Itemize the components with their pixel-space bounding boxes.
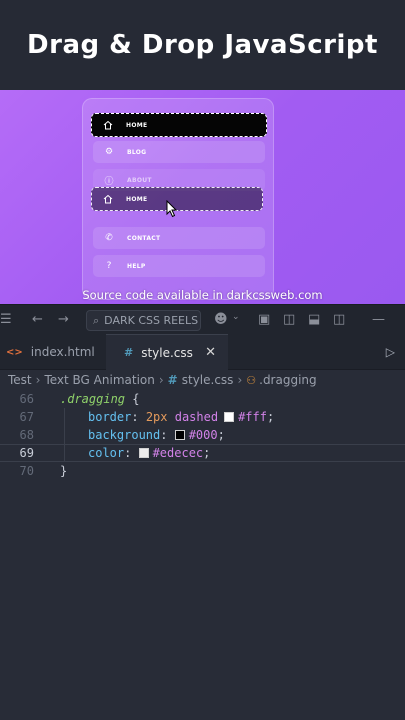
tab-label: index.html <box>30 345 95 359</box>
question-icon: ? <box>106 261 112 271</box>
color-swatch[interactable] <box>224 412 235 422</box>
copilot-icon[interactable]: ☻ <box>214 312 228 327</box>
info-icon: ⓘ <box>104 176 114 187</box>
chevron-down-icon[interactable]: ⌄ <box>232 312 240 322</box>
menu-item-label: HOME <box>126 195 148 203</box>
home-icon <box>102 193 114 205</box>
tab-label: style.css <box>141 345 193 360</box>
menu-item-label: CONTACT <box>127 234 161 242</box>
menu-item-contact[interactable]: ✆ CONTACT <box>93 227 265 249</box>
code-line[interactable]: 66 .dragging { <box>0 390 405 408</box>
code-line[interactable]: 70 } <box>0 462 405 480</box>
open-brace: { <box>125 392 140 406</box>
home-icon <box>102 119 114 131</box>
line-number: 68 <box>19 428 34 442</box>
color-swatch[interactable] <box>174 430 185 440</box>
phone-icon: ✆ <box>105 233 113 243</box>
search-icon: ⌕ <box>93 313 100 327</box>
css-color-value: #000 <box>188 428 218 442</box>
menu-item-blog[interactable]: ⚙ BLOG <box>93 141 265 163</box>
code-text: background: #000; <box>88 428 225 442</box>
html-file-icon: <> <box>6 346 23 358</box>
line-number: 69 <box>19 446 34 460</box>
menu-card: HOME ⚙ BLOG ⓘ ABOUT HOME ✆ CONTACT ? HEL… <box>82 98 274 300</box>
preview-panel: HOME ⚙ BLOG ⓘ ABOUT HOME ✆ CONTACT ? HEL… <box>0 90 405 304</box>
search-text: DARK CSS REELS <box>104 314 199 327</box>
css-property: background <box>88 428 161 442</box>
css-property: color <box>88 446 125 460</box>
toggle-secondary-sidebar-icon[interactable]: ◫ <box>333 312 345 327</box>
css-file-icon: # <box>124 346 134 359</box>
code-line[interactable]: 68 background: #000; <box>0 426 405 444</box>
breadcrumb-item[interactable]: style.css <box>182 373 234 387</box>
menu-item-label: HELP <box>127 262 146 270</box>
breadcrumb-item[interactable]: .dragging <box>259 373 317 387</box>
minimize-icon[interactable]: — <box>372 312 385 327</box>
breadcrumb-item[interactable]: Test <box>8 373 32 387</box>
css-color-value: #edecec <box>152 446 204 460</box>
toggle-sidebar-icon[interactable]: ◫ <box>283 312 295 327</box>
menu-item-label: HOME <box>126 121 148 129</box>
chevron-right-icon: › <box>237 373 243 387</box>
layout-icon[interactable]: ▣ <box>258 312 270 327</box>
code-text: border: 2px dashed #fff; <box>88 410 275 424</box>
menu-item-label: BLOG <box>127 148 147 156</box>
play-icon[interactable]: ▷ <box>386 345 395 359</box>
gear-icon: ⚙ <box>104 147 114 157</box>
code-line-active[interactable]: 69 color: #edecec; <box>0 444 405 462</box>
close-brace: } <box>60 464 68 478</box>
line-number: 70 <box>19 464 34 478</box>
tab-index-html[interactable]: <> index.html <box>0 334 106 370</box>
editor-title-bar: ☰ ← → ⌕ DARK CSS REELS ☻ ⌄ ▣ ◫ ⬓ ◫ — <box>0 304 405 334</box>
close-icon[interactable]: ✕ <box>205 345 216 360</box>
command-search[interactable]: ⌕ DARK CSS REELS <box>86 310 201 331</box>
menu-icon[interactable]: ☰ <box>0 312 12 327</box>
breadcrumb-item[interactable]: Text BG Animation <box>44 373 154 387</box>
code-editor[interactable]: 66 .dragging { 67 border: 2px dashed #fff… <box>0 390 405 720</box>
menu-item-label: ABOUT <box>127 176 152 184</box>
css-color-value: #fff <box>238 410 267 424</box>
css-selector: .dragging <box>60 392 126 406</box>
css-number: 2px <box>145 410 168 424</box>
editor-tabs: <> index.html # style.css ✕ ▷ <box>0 334 405 370</box>
css-keyword: dashed <box>167 410 219 424</box>
tab-style-css[interactable]: # style.css ✕ <box>106 334 228 370</box>
code-text: .dragging { <box>60 392 139 406</box>
toggle-panel-icon[interactable]: ⬓ <box>308 312 320 327</box>
line-number: 66 <box>19 392 34 406</box>
css-file-icon: # <box>167 373 178 387</box>
selector-icon: ⚇ <box>246 373 257 387</box>
line-number: 67 <box>19 410 34 424</box>
code-text: color: #edecec; <box>88 446 211 460</box>
chevron-right-icon: › <box>35 373 41 387</box>
color-swatch[interactable] <box>138 448 149 458</box>
mouse-cursor-icon <box>166 200 178 218</box>
chevron-right-icon: › <box>158 373 164 387</box>
breadcrumb: Test › Text BG Animation › # style.css ›… <box>0 370 405 390</box>
forward-arrow-icon[interactable]: → <box>58 312 69 327</box>
back-arrow-icon[interactable]: ← <box>32 312 43 327</box>
menu-item-home-dragging[interactable]: HOME <box>91 113 267 137</box>
code-line[interactable]: 67 border: 2px dashed #fff; <box>0 408 405 426</box>
source-watermark: Source code available in darkcssweb.com <box>82 288 323 302</box>
title-banner: Drag & Drop JavaScript <box>0 0 405 90</box>
video-title: Drag & Drop JavaScript <box>27 30 378 60</box>
css-property: border <box>88 410 132 424</box>
menu-item-help[interactable]: ? HELP <box>93 255 265 277</box>
